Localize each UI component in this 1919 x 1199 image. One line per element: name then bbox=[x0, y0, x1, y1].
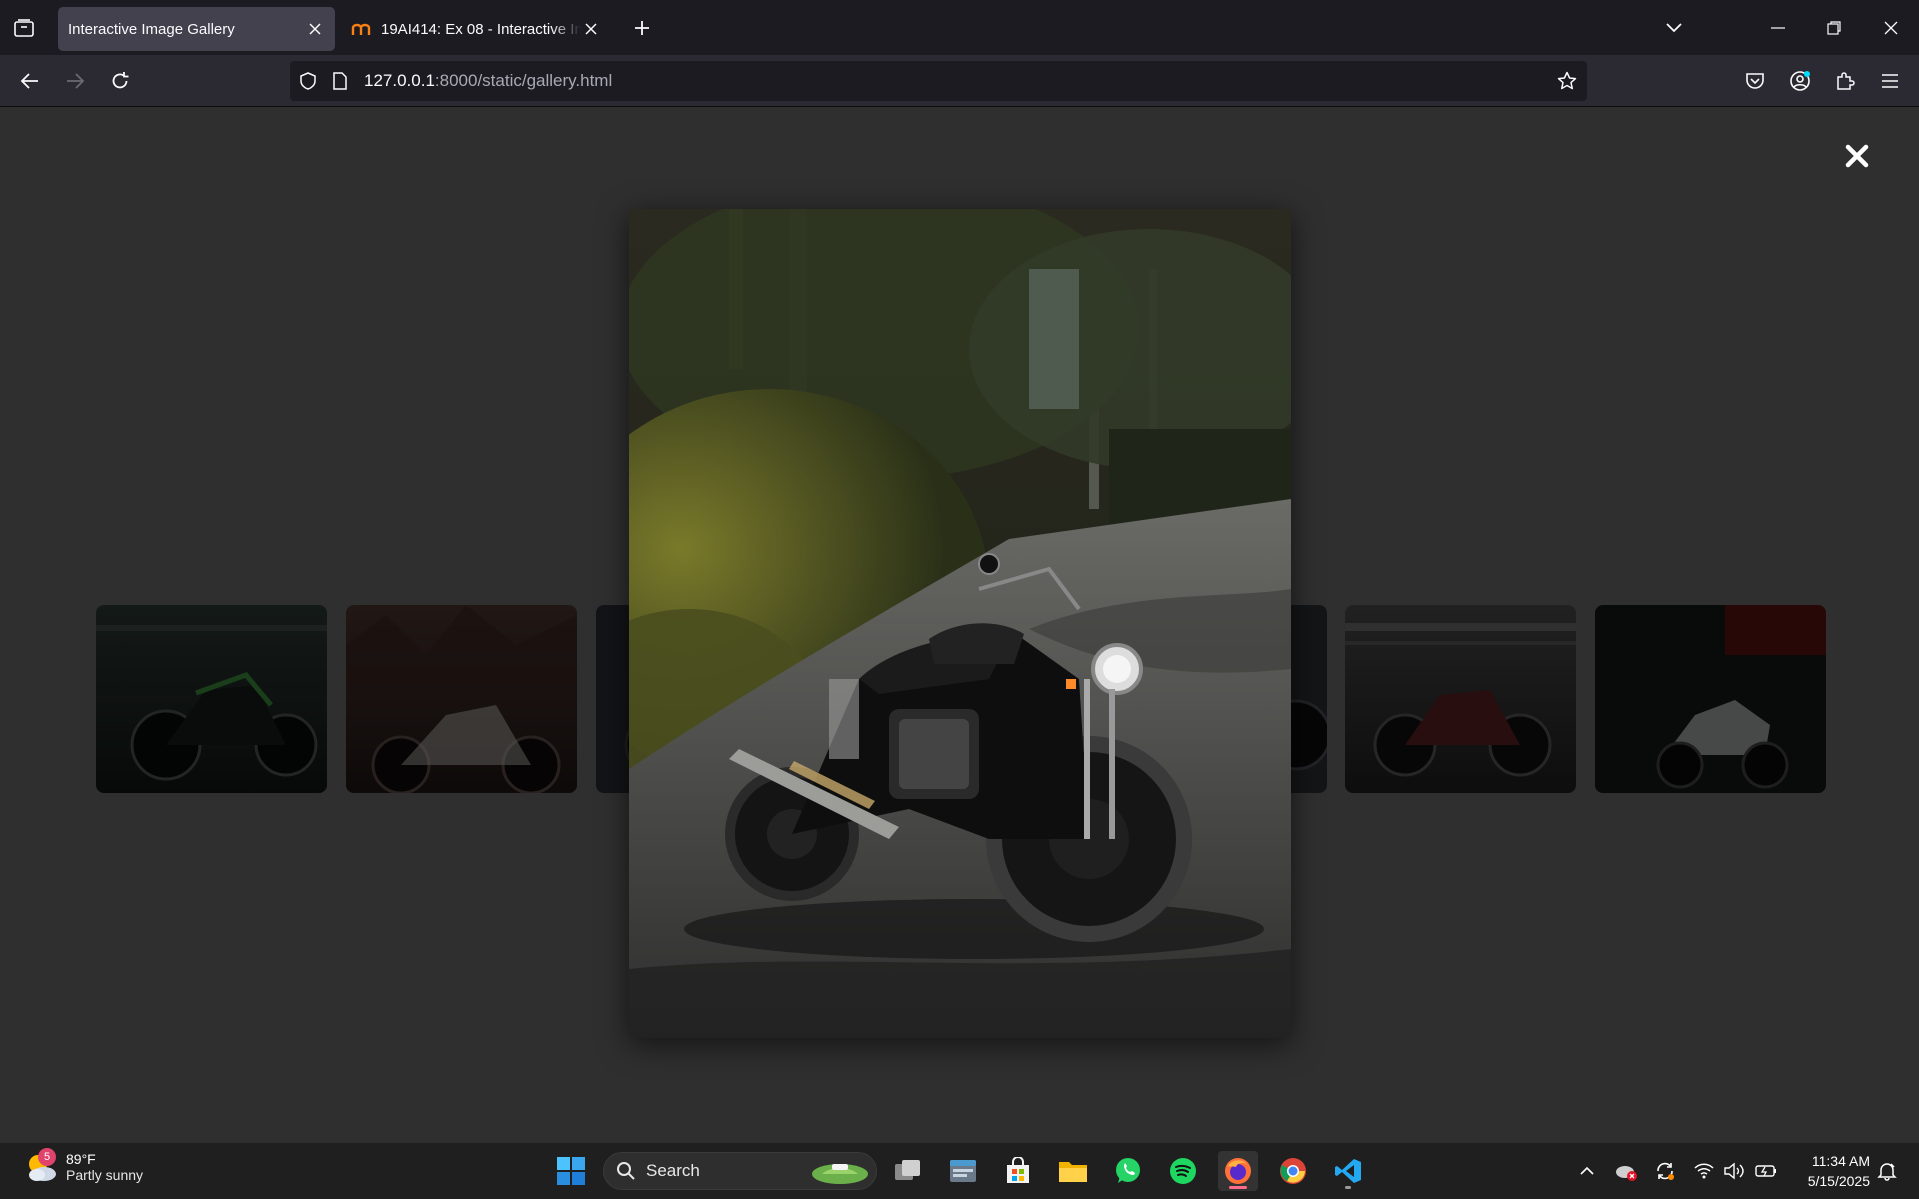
lightbox-photo-cafe-racer bbox=[629, 209, 1291, 1038]
page-info-icon[interactable] bbox=[330, 71, 350, 91]
tab-title: Interactive Image Gallery bbox=[68, 20, 235, 38]
new-tab-button[interactable] bbox=[628, 14, 656, 42]
url-host: 127.0.0.1 bbox=[364, 71, 435, 90]
sync-icon[interactable] bbox=[1653, 1159, 1677, 1183]
pocket-icon[interactable] bbox=[1739, 65, 1771, 97]
whatsapp-icon[interactable] bbox=[1108, 1151, 1148, 1191]
gallery-thumbnail[interactable] bbox=[1595, 605, 1826, 793]
onedrive-error-icon[interactable] bbox=[1614, 1159, 1638, 1183]
chrome-icon[interactable] bbox=[1273, 1151, 1313, 1191]
restore-icon[interactable] bbox=[1818, 12, 1850, 44]
extensions-icon[interactable] bbox=[1829, 65, 1861, 97]
close-icon[interactable] bbox=[581, 19, 601, 39]
close-lightbox-icon[interactable] bbox=[1842, 141, 1872, 171]
lightbox-image bbox=[629, 209, 1291, 1038]
taskbar-search-box[interactable]: Search bbox=[603, 1152, 877, 1190]
tab-moodle[interactable]: 19AI414: Ex 08 - Interactive Ima bbox=[341, 7, 611, 51]
partly-sunny-icon: 5 bbox=[24, 1148, 58, 1184]
firefox-icon[interactable] bbox=[1218, 1151, 1258, 1191]
menu-icon[interactable] bbox=[1874, 65, 1906, 97]
forward-icon[interactable] bbox=[59, 65, 91, 97]
bookmark-star-icon[interactable] bbox=[1557, 71, 1577, 91]
reload-icon[interactable] bbox=[104, 65, 136, 97]
list-all-tabs-icon[interactable] bbox=[1658, 12, 1690, 44]
tab-strip: Interactive Image Gallery 19AI414: Ex 08… bbox=[0, 0, 1919, 55]
moodle-icon bbox=[351, 21, 373, 37]
windows-start-icon[interactable] bbox=[551, 1151, 591, 1191]
window-close-icon[interactable] bbox=[1875, 12, 1907, 44]
file-explorer-icon[interactable] bbox=[1053, 1151, 1093, 1191]
wifi-icon[interactable] bbox=[1692, 1159, 1716, 1183]
gallery-page bbox=[0, 107, 1919, 1142]
battery-charging-icon[interactable] bbox=[1754, 1159, 1778, 1183]
clock-time: 11:34 AM bbox=[1811, 1153, 1870, 1169]
weather-widget[interactable]: 5 89°F Partly sunny bbox=[24, 1148, 144, 1184]
url-path: :8000/static/gallery.html bbox=[434, 71, 613, 90]
show-hidden-icons-chevron-icon[interactable] bbox=[1575, 1159, 1599, 1183]
gallery-thumbnail[interactable] bbox=[1345, 605, 1576, 793]
volume-icon[interactable] bbox=[1723, 1159, 1747, 1183]
notification-bell-icon[interactable] bbox=[1875, 1159, 1899, 1183]
search-placeholder: Search bbox=[646, 1161, 700, 1180]
widgets-icon[interactable] bbox=[943, 1151, 983, 1191]
windows-taskbar: 5 89°F Partly sunny Search 11:34 AM 5/15… bbox=[0, 1142, 1919, 1199]
search-highlight-icon bbox=[812, 1164, 868, 1184]
microsoft-store-icon[interactable] bbox=[998, 1151, 1038, 1191]
spotify-icon[interactable] bbox=[1163, 1151, 1203, 1191]
tab-gallery[interactable]: Interactive Image Gallery bbox=[58, 7, 335, 51]
weather-badge: 5 bbox=[38, 1148, 56, 1166]
tab-title: 19AI414: Ex 08 - Interactive Ima bbox=[381, 20, 581, 38]
taskbar-clock[interactable]: 11:34 AM 5/15/2025 bbox=[1790, 1151, 1870, 1191]
vscode-icon[interactable] bbox=[1328, 1151, 1368, 1191]
address-bar[interactable]: 127.0.0.1 :8000/static/gallery.html bbox=[290, 61, 1587, 101]
back-icon[interactable] bbox=[14, 65, 46, 97]
close-icon[interactable] bbox=[305, 19, 325, 39]
firefox-view-icon[interactable] bbox=[10, 14, 38, 42]
gallery-thumbnail[interactable] bbox=[96, 605, 327, 793]
weather-description: Partly sunny bbox=[66, 1167, 144, 1183]
navigation-toolbar: 127.0.0.1 :8000/static/gallery.html bbox=[0, 55, 1919, 107]
minimize-icon[interactable] bbox=[1762, 12, 1794, 44]
account-icon[interactable] bbox=[1784, 65, 1816, 97]
gallery-thumbnail[interactable] bbox=[346, 605, 577, 793]
tracking-protection-shield-icon[interactable] bbox=[298, 71, 318, 91]
search-icon bbox=[617, 1162, 635, 1180]
task-view-icon[interactable] bbox=[888, 1151, 928, 1191]
weather-temperature: 89°F bbox=[66, 1151, 96, 1167]
clock-date: 5/15/2025 bbox=[1807, 1173, 1870, 1189]
